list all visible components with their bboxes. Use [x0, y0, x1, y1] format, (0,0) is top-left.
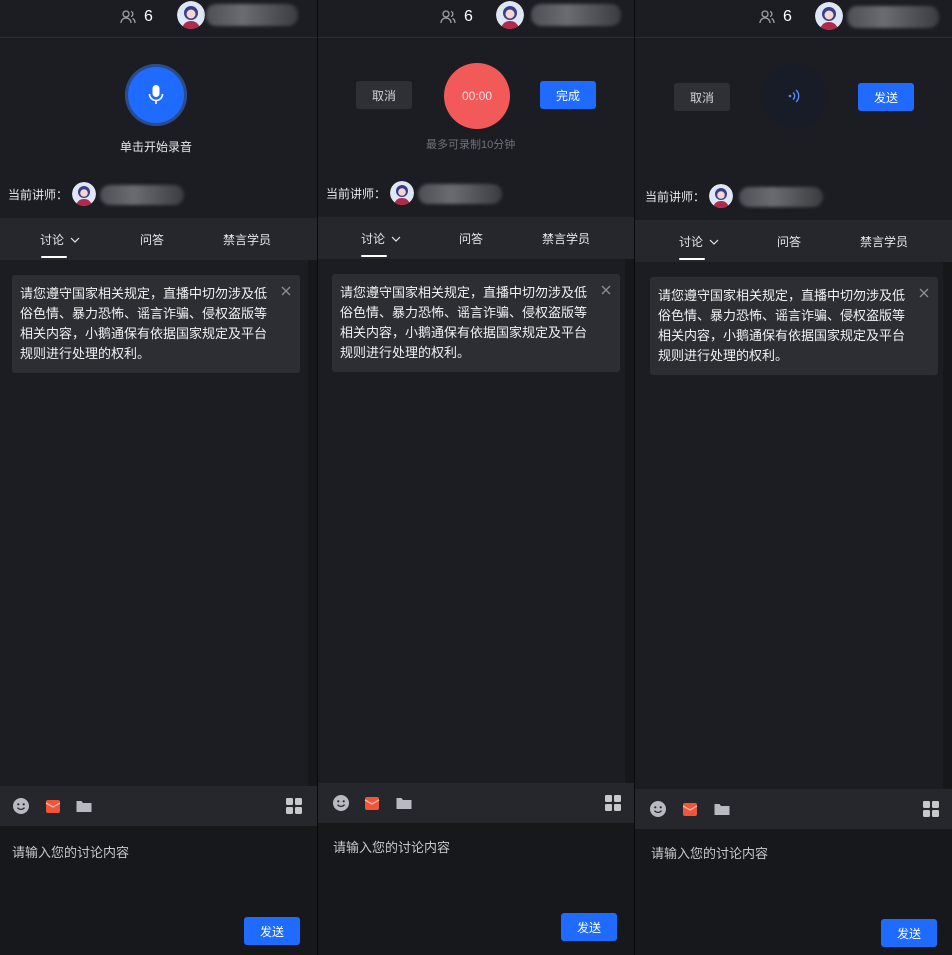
microphone-icon	[148, 85, 164, 104]
tab-bar: 讨论 问答 禁言学员	[0, 218, 317, 260]
notice-text: 请您遵守国家相关规定，直播中切勿涉及低俗色情、暴力恐怖、谣言诈骗、侵权盗版等相关…	[340, 285, 588, 360]
viewer-count: 6	[759, 8, 792, 26]
lecturer-name-blurred	[739, 187, 823, 207]
audio-wave-icon	[788, 89, 800, 103]
notice-text: 请您遵守国家相关规定，直播中切勿涉及低俗色情、暴力恐怖、谣言诈骗、侵权盗版等相关…	[658, 288, 906, 363]
current-lecturer: 当前讲师：	[326, 181, 415, 205]
grid-icon[interactable]	[604, 794, 622, 812]
scrollbar[interactable]	[943, 262, 952, 789]
tab-muted-students[interactable]: 禁言学员	[860, 233, 908, 250]
user-name-blurred	[206, 4, 298, 26]
recording-timer[interactable]: 00:00	[444, 63, 510, 129]
message-input-area: 发送	[0, 826, 317, 955]
tab-discussion[interactable]: 讨论	[40, 231, 80, 248]
lecturer-name-blurred	[418, 184, 502, 204]
tab-qa[interactable]: 问答	[140, 231, 164, 248]
tab-qa[interactable]: 问答	[777, 233, 801, 250]
avatar[interactable]	[815, 2, 843, 30]
red-packet-icon[interactable]	[44, 797, 62, 815]
notice-text: 请您遵守国家相关规定，直播中切勿涉及低俗色情、暴力恐怖、谣言诈骗、侵权盗版等相关…	[20, 286, 268, 361]
cancel-record-button[interactable]: 取消	[674, 83, 730, 111]
chevron-down-icon	[70, 237, 80, 243]
start-record-button[interactable]	[125, 64, 187, 126]
send-button[interactable]: 发送	[881, 919, 937, 947]
close-icon[interactable]	[917, 286, 931, 300]
scrollbar[interactable]	[308, 260, 317, 786]
input-toolbar	[318, 783, 634, 823]
compliance-notice: 请您遵守国家相关规定，直播中切勿涉及低俗色情、暴力恐怖、谣言诈骗、侵权盗版等相关…	[332, 274, 620, 372]
top-bar: 6	[0, 0, 317, 38]
tab-bar: 讨论 问答 禁言学员	[635, 220, 952, 262]
users-icon	[759, 10, 775, 24]
viewer-count-value: 6	[464, 8, 473, 25]
current-lecturer: 当前讲师：	[8, 182, 97, 206]
close-icon[interactable]	[279, 284, 293, 298]
input-toolbar	[635, 789, 952, 829]
red-packet-icon[interactable]	[681, 800, 699, 818]
lecturer-name-blurred	[100, 185, 184, 205]
message-input-area: 发送	[635, 829, 952, 955]
lecturer-label: 当前讲师：	[8, 187, 69, 202]
compliance-notice: 请您遵守国家相关规定，直播中切勿涉及低俗色情、暴力恐怖、谣言诈骗、侵权盗版等相关…	[12, 275, 300, 373]
max-duration-hint: 最多可录制10分钟	[426, 139, 516, 151]
tab-qa[interactable]: 问答	[459, 230, 483, 247]
send-button[interactable]: 发送	[561, 913, 617, 941]
active-tab-indicator	[361, 255, 387, 257]
user-name-blurred	[847, 6, 939, 28]
tab-muted-students[interactable]: 禁言学员	[223, 231, 271, 248]
active-tab-indicator	[41, 256, 67, 258]
send-button[interactable]: 发送	[244, 917, 300, 945]
finish-record-button[interactable]: 完成	[540, 81, 596, 109]
viewer-count-value: 6	[144, 8, 153, 25]
folder-icon[interactable]	[713, 800, 731, 818]
avatar[interactable]	[496, 1, 524, 29]
red-packet-icon[interactable]	[363, 794, 381, 812]
tab-muted-students[interactable]: 禁言学员	[542, 230, 590, 247]
lecturer-avatar	[390, 181, 415, 205]
chevron-down-icon	[391, 236, 401, 242]
input-toolbar	[0, 786, 317, 826]
compliance-notice: 请您遵守国家相关规定，直播中切勿涉及低俗色情、暴力恐怖、谣言诈骗、侵权盗版等相关…	[650, 277, 938, 375]
folder-icon[interactable]	[75, 797, 93, 815]
top-bar: 6	[318, 0, 634, 38]
viewer-count: 6	[120, 8, 153, 26]
discussion-input[interactable]	[333, 837, 613, 897]
viewer-count: 6	[440, 8, 473, 26]
current-lecturer: 当前讲师：	[645, 184, 734, 208]
active-tab-indicator	[679, 258, 705, 260]
cancel-record-button[interactable]: 取消	[356, 81, 412, 109]
close-icon[interactable]	[599, 283, 613, 297]
grid-icon[interactable]	[285, 797, 303, 815]
send-recording-button[interactable]: 发送	[858, 83, 914, 111]
chat-panel-idle: 6 单击开始录音 当前讲师： 讨论 问答 禁言学员 请您遵守国家相关规定，直播中…	[0, 0, 317, 955]
avatar[interactable]	[177, 1, 205, 29]
viewer-count-value: 6	[783, 8, 792, 25]
discussion-input[interactable]	[651, 843, 931, 903]
record-hint: 单击开始录音	[120, 140, 193, 154]
play-recording-button[interactable]	[761, 63, 827, 129]
emoji-icon[interactable]	[649, 800, 667, 818]
users-icon	[120, 10, 136, 24]
message-input-area: 发送	[318, 823, 634, 955]
tab-discussion[interactable]: 讨论	[361, 230, 401, 247]
lecturer-avatar	[72, 182, 97, 206]
emoji-icon[interactable]	[12, 797, 30, 815]
tab-bar: 讨论 问答 禁言学员	[318, 217, 634, 259]
folder-icon[interactable]	[395, 794, 413, 812]
lecturer-label: 当前讲师：	[645, 189, 706, 204]
lecturer-avatar	[709, 184, 734, 208]
grid-icon[interactable]	[922, 800, 940, 818]
users-icon	[440, 10, 456, 24]
chevron-down-icon	[709, 239, 719, 245]
chat-panel-recording: 6 取消 00:00 完成 最多可录制10分钟 当前讲师： 讨论 问答 禁言学员…	[317, 0, 634, 955]
emoji-icon[interactable]	[332, 794, 350, 812]
discussion-input[interactable]	[12, 842, 292, 902]
tab-discussion[interactable]: 讨论	[679, 233, 719, 250]
scrollbar[interactable]	[625, 259, 634, 783]
chat-panel-recorded: 6 取消 发送 当前讲师： 讨论 问答 禁言学员 请您遵守国家相关规定，直播中切…	[634, 0, 952, 955]
lecturer-label: 当前讲师：	[326, 186, 387, 201]
top-bar: 6	[635, 0, 952, 38]
user-name-blurred	[531, 4, 621, 26]
